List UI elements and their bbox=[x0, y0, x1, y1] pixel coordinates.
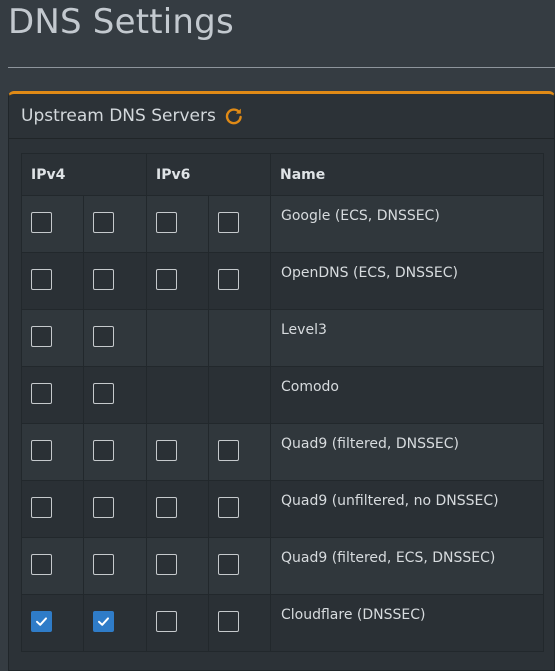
table-row: Cloudflare (DNSSEC) bbox=[21, 594, 544, 652]
table-row: Comodo bbox=[21, 366, 544, 424]
server-name: Comodo bbox=[270, 366, 544, 424]
title-divider bbox=[8, 67, 555, 68]
ipv6-header: IPv6 bbox=[146, 153, 271, 196]
ipv4-checkbox-1[interactable] bbox=[31, 497, 52, 518]
ipv4-cell bbox=[21, 594, 84, 652]
ipv6-checkbox-2[interactable] bbox=[218, 497, 239, 518]
table-row: Quad9 (unfiltered, no DNSSEC) bbox=[21, 480, 544, 538]
ipv6-cell bbox=[208, 594, 271, 652]
ipv6-cell bbox=[208, 252, 271, 310]
ipv6-checkbox-1[interactable] bbox=[156, 212, 177, 233]
ipv6-checkbox-1[interactable] bbox=[156, 554, 177, 575]
ipv4-cell bbox=[83, 366, 147, 424]
ipv6-checkbox-1[interactable] bbox=[156, 440, 177, 461]
ipv4-checkbox-2[interactable] bbox=[93, 554, 114, 575]
ipv4-cell bbox=[21, 366, 84, 424]
name-header: Name bbox=[270, 153, 544, 196]
ipv4-cell bbox=[83, 309, 147, 367]
ipv6-cell bbox=[208, 366, 271, 424]
ipv6-checkbox-2[interactable] bbox=[218, 611, 239, 632]
ipv6-cell bbox=[146, 366, 209, 424]
table-header-row: IPv4 IPv6 Name bbox=[21, 153, 544, 196]
server-name: OpenDNS (ECS, DNSSEC) bbox=[270, 252, 544, 310]
server-name: Quad9 (filtered, ECS, DNSSEC) bbox=[270, 537, 544, 595]
ipv6-cell bbox=[146, 195, 209, 253]
ipv4-checkbox-1[interactable] bbox=[31, 383, 52, 404]
ipv4-checkbox-2[interactable] bbox=[93, 326, 114, 347]
ipv6-cell bbox=[208, 309, 271, 367]
ipv4-checkbox-2[interactable] bbox=[93, 497, 114, 518]
ipv6-cell bbox=[146, 309, 209, 367]
ipv4-checkbox-2[interactable] bbox=[93, 611, 114, 632]
ipv4-header: IPv4 bbox=[21, 153, 147, 196]
ipv4-cell bbox=[21, 252, 84, 310]
ipv4-cell bbox=[21, 480, 84, 538]
ipv4-cell bbox=[21, 309, 84, 367]
ipv4-cell bbox=[21, 195, 84, 253]
ipv4-checkbox-1[interactable] bbox=[31, 554, 52, 575]
table-row: Quad9 (filtered, DNSSEC) bbox=[21, 423, 544, 481]
table-row: OpenDNS (ECS, DNSSEC) bbox=[21, 252, 544, 310]
ipv4-checkbox-2[interactable] bbox=[93, 383, 114, 404]
upstream-dns-box: Upstream DNS Servers IPv4 IPv6 Name Goog… bbox=[8, 91, 555, 671]
ipv6-cell bbox=[208, 537, 271, 595]
ipv4-checkbox-2[interactable] bbox=[93, 440, 114, 461]
ipv6-cell bbox=[208, 480, 271, 538]
server-name: Level3 bbox=[270, 309, 544, 367]
ipv6-checkbox-1[interactable] bbox=[156, 497, 177, 518]
server-name: Quad9 (unfiltered, no DNSSEC) bbox=[270, 480, 544, 538]
server-name: Google (ECS, DNSSEC) bbox=[270, 195, 544, 253]
ipv6-cell bbox=[146, 252, 209, 310]
ipv6-checkbox-2[interactable] bbox=[218, 554, 239, 575]
ipv4-cell bbox=[83, 195, 147, 253]
box-header: Upstream DNS Servers bbox=[9, 94, 554, 139]
ipv6-cell bbox=[146, 423, 209, 481]
ipv6-cell bbox=[208, 423, 271, 481]
ipv4-checkbox-2[interactable] bbox=[93, 212, 114, 233]
ipv6-cell bbox=[146, 594, 209, 652]
box-title: Upstream DNS Servers bbox=[21, 106, 216, 126]
ipv4-checkbox-1[interactable] bbox=[31, 212, 52, 233]
ipv4-checkbox-1[interactable] bbox=[31, 611, 52, 632]
refresh-icon[interactable] bbox=[224, 106, 244, 126]
table-row: Google (ECS, DNSSEC) bbox=[21, 195, 544, 253]
ipv4-checkbox-1[interactable] bbox=[31, 269, 52, 290]
ipv6-checkbox-2[interactable] bbox=[218, 269, 239, 290]
ipv4-cell bbox=[83, 423, 147, 481]
ipv6-cell bbox=[146, 480, 209, 538]
ipv4-cell bbox=[83, 537, 147, 595]
ipv4-cell bbox=[21, 423, 84, 481]
ipv4-checkbox-2[interactable] bbox=[93, 269, 114, 290]
table-row: Quad9 (filtered, ECS, DNSSEC) bbox=[21, 537, 544, 595]
ipv4-checkbox-1[interactable] bbox=[31, 326, 52, 347]
server-name: Quad9 (filtered, DNSSEC) bbox=[270, 423, 544, 481]
ipv4-cell bbox=[21, 537, 84, 595]
page-title: DNS Settings bbox=[8, 2, 234, 42]
ipv6-checkbox-2[interactable] bbox=[218, 440, 239, 461]
ipv6-cell bbox=[146, 537, 209, 595]
ipv4-checkbox-1[interactable] bbox=[31, 440, 52, 461]
server-name: Cloudflare (DNSSEC) bbox=[270, 594, 544, 652]
ipv4-cell bbox=[83, 480, 147, 538]
ipv4-cell bbox=[83, 594, 147, 652]
table-row: Level3 bbox=[21, 309, 544, 367]
upstream-dns-table: IPv4 IPv6 Name Google (ECS, DNSSEC) OpenD… bbox=[21, 153, 544, 652]
ipv6-checkbox-1[interactable] bbox=[156, 269, 177, 290]
ipv4-cell bbox=[83, 252, 147, 310]
ipv6-checkbox-1[interactable] bbox=[156, 611, 177, 632]
ipv6-cell bbox=[208, 195, 271, 253]
ipv6-checkbox-2[interactable] bbox=[218, 212, 239, 233]
